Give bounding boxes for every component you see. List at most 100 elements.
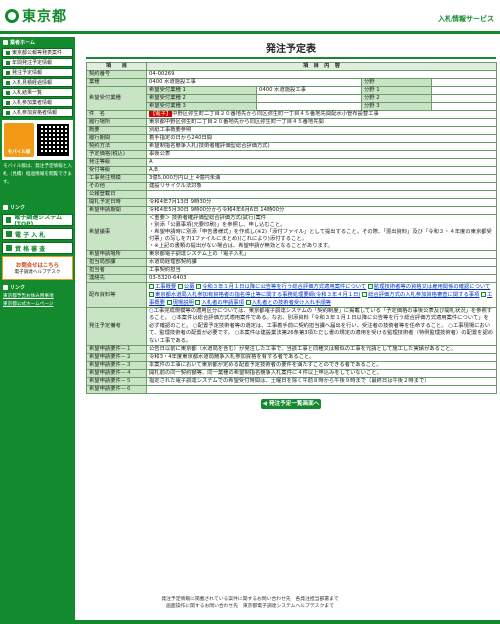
doc-link[interactable]: 令和３年１月１日以降に公告等を行う総合評価方式適用案件について [202, 284, 366, 290]
file-icon [177, 284, 183, 289]
sidebar-title: 業者ホーム [0, 37, 75, 47]
order-plan-table: 項 目 項 目 内 容 契約番号 04-00269 業種 0400 水道施設工事… [86, 62, 498, 395]
link-notice[interactable]: 東京都予告お休み用事項 [0, 292, 75, 300]
doc-link[interactable]: 総合評価方式の入札参加資格審査に関する事項 [368, 292, 479, 298]
sidebar-item-annual-plan[interactable]: 年間発注予定情報 [2, 58, 73, 67]
bullet-icon [6, 90, 10, 95]
table-row: 希望受付業種 3 分野 3 [87, 102, 498, 111]
table-row: 希望申請要件－１ 公告日以前に東京都（水道局を含む）が発注した工事で、当該工事と同… [86, 345, 498, 355]
table-row: 担当局部課 水道局経理部契約課 [86, 258, 498, 267]
link-qualification[interactable]: 資 格 審 査 [2, 242, 73, 254]
doc-link[interactable]: 監理技術者等の資格又は雇用関係の確認について [374, 284, 490, 290]
helpdesk-banner[interactable]: お問合せはこちら 電子調達ヘルプデスク [2, 256, 73, 280]
bullet-icon [6, 80, 10, 85]
file-icon [195, 300, 201, 305]
doc-link[interactable]: 工事概要 [155, 284, 176, 290]
bullet-icon [6, 217, 12, 223]
table-row: 公報登載日 [86, 190, 498, 199]
table-row: 予定価格(税込) 事後公表 [86, 150, 498, 159]
page-title: 発注予定表 [266, 44, 316, 55]
bullet-icon [6, 50, 10, 55]
table-row: 連絡先 03-5320-6403 [86, 274, 498, 283]
footer: 発注予定情報に掲載されている案件に関するお問い合わせ先 各発注担当部署まで 画面… [0, 596, 500, 610]
link-icon [3, 284, 8, 290]
file-icon [149, 292, 154, 297]
footer-line: 画面操作に関するお問い合わせ先 東京都電子調達システムヘルプデスクまで [166, 604, 334, 609]
sidebar-item-qualified[interactable]: 入札参加資格者情報 [2, 108, 73, 117]
link-tokyo-official[interactable]: 東京都公式ホームページ [0, 300, 75, 308]
qr-code-icon [37, 124, 69, 156]
table-row: 概要 別紙工事概要参照 [86, 126, 498, 135]
table-row: 希望申請期間 令和4年5月30日 9時00分から令和4年6月6日 14時00分 [86, 206, 498, 215]
site-title: 入札情報サービス [438, 15, 494, 23]
table-row: 工事発注規模 3億5,000万円以上 4億円未満 [86, 174, 498, 183]
table-row: 担当者 工事契約担当 [86, 266, 498, 275]
sidebar: 業者ホーム 東京都公報等発表案件 年間発注予定情報 発注予定情報 入札見積経過情… [0, 37, 75, 624]
file-icon [245, 300, 251, 305]
sidebar-item-participants[interactable]: 入札参加業者情報 [2, 98, 73, 107]
header-item: 項 目 [86, 62, 147, 71]
electronic-tag: 【電子】 [149, 111, 173, 117]
bullet-icon [6, 245, 12, 251]
table-row: 発注予定備考 ○工事完成規模等の適用区分については、東京都電子調達システムの「契… [86, 306, 498, 347]
doc-link[interactable]: 公募 [184, 284, 195, 290]
file-icon [166, 300, 172, 305]
doc-link[interactable]: 入札者の申請事項 [201, 300, 243, 306]
back-to-list-button[interactable]: ◀ 発注予定一覧画面へ戻る [261, 399, 321, 417]
tokyo-logo-icon [5, 9, 19, 23]
link-e-bidding[interactable]: 電 子 入 札 [2, 228, 73, 240]
sidebar-item-results[interactable]: 入札結果一覧 [2, 88, 73, 97]
mobile-phone-icon: モバイル版 [4, 123, 34, 157]
title-divider [86, 57, 496, 59]
link-icon [3, 204, 8, 210]
table-row: 希望申請要件－２ 令和3・4年度東京都水道局競争入札参加資格を有する者であること。 [86, 353, 498, 363]
table-row: 希望申請要件－６ [86, 385, 498, 395]
mobile-box[interactable]: モバイル版 [2, 120, 73, 160]
table-row: 受付等級 A,B [86, 166, 498, 175]
table-row: 開札予定日時 令和4年7月13日 9時30分 [86, 198, 498, 207]
logo-text: 東京都 [22, 8, 67, 24]
footer-line: 発注予定情報に掲載されている案件に関するお問い合わせ先 各発注担当部署まで [161, 597, 339, 602]
logo[interactable]: 東京都 [5, 6, 67, 26]
table-row: 業種 0400 水道施設工事 分野 [86, 78, 498, 87]
header: 東京都 入札情報サービス [0, 0, 500, 34]
bullet-icon [6, 110, 10, 115]
table-row: 希望受付業種 2 分野 2 [87, 94, 498, 103]
table-row: 希望申請要件－５ 指定された電子調達システムでの希望受付時間は、土曜日を除く午前８… [86, 377, 498, 387]
home-icon [3, 39, 8, 45]
doc-link[interactable]: 東京都水道局入札参加有資格者の指名停止等に関する事務処理要綱(令和３年４月１日) [155, 292, 360, 298]
file-icon [367, 284, 373, 289]
table-row: 契約番号 04-00269 [86, 70, 498, 79]
bullet-icon [6, 100, 10, 105]
doc-link[interactable]: 現場説明 [173, 300, 194, 306]
sidebar-item-order-plan[interactable]: 発注予定情報 [2, 68, 73, 77]
file-icon [481, 292, 487, 297]
file-icon [149, 284, 154, 289]
bullet-icon [6, 60, 10, 65]
table-row: 契約方法 希望制指名競争入札(技術者確評価型総合評価方式) [86, 142, 498, 151]
table-row: 配布資料等 工事概要 公募 令和３年１月１日以降に公告等を行う総合評価方式適用案… [86, 282, 498, 308]
table-row: その他 建設リサイクル法対象 [86, 182, 498, 191]
file-icon [196, 284, 202, 289]
mobile-caption: モバイル版は、発注予定情報と入札（見積）経過情報を閲覧できます。 [3, 164, 72, 185]
footer-bar [0, 620, 500, 624]
table-header-row: 項 目 項 目 内 容 [86, 62, 498, 71]
sidebar-item-announcements[interactable]: 東京都公報等発表案件 [2, 48, 73, 57]
main-content: 発注予定表 項 目 項 目 内 容 契約番号 04-00269 業種 0400 … [86, 37, 498, 417]
table-row: 希望議事 ＜重要＞ 技術者確評価型総合評価方式(試行)案件 ・別添「公募事項(元… [86, 214, 498, 251]
file-icon [362, 292, 368, 297]
sidebar-item-bid-progress[interactable]: 入札見積経過情報 [2, 78, 73, 87]
table-row: 希望申請要件－４ 開札前の同一契約額等、同一業種の希望制指名競争入札案件に４件以上… [86, 369, 498, 379]
table-row: 履行期間 着手指定の日から240日間 [86, 134, 498, 143]
bullet-icon [6, 70, 10, 75]
links-title: リンク [0, 202, 75, 212]
header-content: 項 目 内 容 [145, 62, 498, 71]
table-row: 発注等級 A [86, 158, 498, 167]
bullet-icon [6, 231, 12, 237]
table-row: 希望申請場所 東京都電子調達システム上の「電子入札」 [86, 250, 498, 259]
link-procurement-top[interactable]: 電子調達システム(TOP) [2, 214, 73, 228]
table-row: 履行場所 東京都中野区弥生町二丁目２０番地先から同区弥生町一丁目４５番地先間 [86, 118, 498, 127]
doc-link[interactable]: 入札者との技術者受け入れ手順等 [252, 300, 331, 306]
table-row: 件 名 【電子】中野区弥生町二丁目２０番地先から同区弥生町一丁目４５番地先間配水… [86, 110, 498, 119]
bottom-links-title: リンク [0, 282, 75, 292]
